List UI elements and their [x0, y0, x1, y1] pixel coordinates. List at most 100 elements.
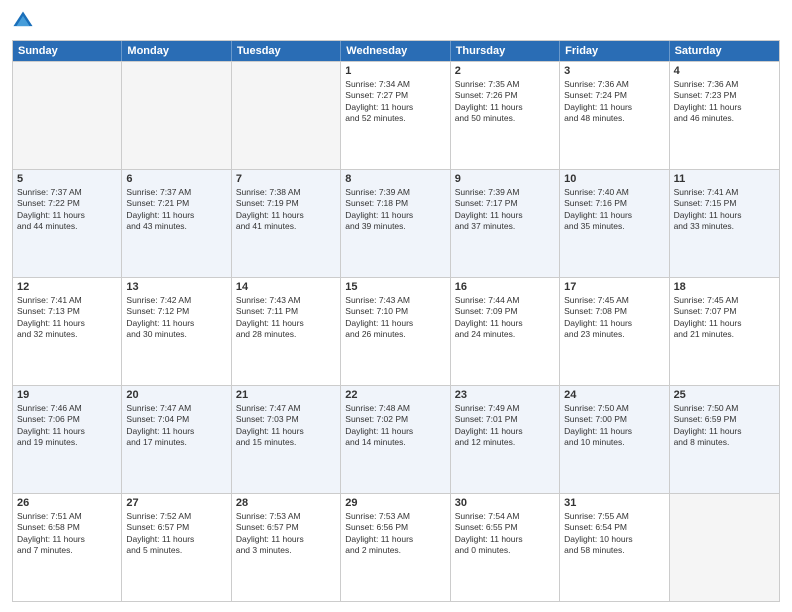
cell-sun-info: Sunrise: 7:47 AM Sunset: 7:03 PM Dayligh… — [236, 403, 336, 449]
calendar-cell: 3Sunrise: 7:36 AM Sunset: 7:24 PM Daylig… — [560, 62, 669, 169]
calendar-cell: 28 Sunrise: 7:53 AM Sunset: 6:57 PM Dayli… — [232, 494, 341, 601]
cell-sun-info: Sunrise: 7:51 AM Sunset: 6:58 PM Dayligh… — [17, 511, 117, 557]
calendar-body: 1Sunrise: 7:34 AM Sunset: 7:27 PM Daylig… — [13, 61, 779, 601]
weekday-header-saturday: Saturday — [670, 41, 779, 61]
cell-sun-info: Sunrise: 7:50 AM Sunset: 7:00 PM Dayligh… — [564, 403, 664, 449]
cell-date-number: 24 — [564, 389, 664, 401]
cell-date-number: 18 — [674, 281, 775, 293]
cell-sun-info: Sunrise: 7:37 AM Sunset: 7:22 PM Dayligh… — [17, 187, 117, 233]
calendar-cell — [13, 62, 122, 169]
cell-sun-info: Sunrise: 7:36 AM Sunset: 7:23 PM Dayligh… — [674, 79, 775, 125]
cell-date-number: 26 — [17, 497, 117, 509]
calendar-header: SundayMondayTuesdayWednesdayThursdayFrid… — [13, 41, 779, 61]
cell-date-number: 10 — [564, 173, 664, 185]
calendar-cell: 31Sunrise: 7:55 AM Sunset: 6:54 PM Dayli… — [560, 494, 669, 601]
calendar-cell: 8 Sunrise: 7:39 AM Sunset: 7:18 PM Daylig… — [341, 170, 450, 277]
calendar-row-1: 1Sunrise: 7:34 AM Sunset: 7:27 PM Daylig… — [13, 61, 779, 169]
calendar-cell: 4 Sunrise: 7:36 AM Sunset: 7:23 PM Daylig… — [670, 62, 779, 169]
cell-date-number: 14 — [236, 281, 336, 293]
calendar-cell: 11 Sunrise: 7:41 AM Sunset: 7:15 PM Dayli… — [670, 170, 779, 277]
weekday-header-sunday: Sunday — [13, 41, 122, 61]
cell-date-number: 7 — [236, 173, 336, 185]
weekday-header-wednesday: Wednesday — [341, 41, 450, 61]
cell-sun-info: Sunrise: 7:49 AM Sunset: 7:01 PM Dayligh… — [455, 403, 555, 449]
cell-sun-info: Sunrise: 7:48 AM Sunset: 7:02 PM Dayligh… — [345, 403, 445, 449]
calendar-cell — [122, 62, 231, 169]
cell-date-number: 23 — [455, 389, 555, 401]
cell-date-number: 4 — [674, 65, 775, 77]
calendar-cell: 1Sunrise: 7:34 AM Sunset: 7:27 PM Daylig… — [341, 62, 450, 169]
calendar-cell: 19 Sunrise: 7:46 AM Sunset: 7:06 PM Dayli… — [13, 386, 122, 493]
cell-date-number: 5 — [17, 173, 117, 185]
cell-sun-info: Sunrise: 7:41 AM Sunset: 7:15 PM Dayligh… — [674, 187, 775, 233]
cell-sun-info: Sunrise: 7:45 AM Sunset: 7:07 PM Dayligh… — [674, 295, 775, 341]
cell-sun-info: Sunrise: 7:54 AM Sunset: 6:55 PM Dayligh… — [455, 511, 555, 557]
calendar: SundayMondayTuesdayWednesdayThursdayFrid… — [12, 40, 780, 602]
calendar-row-4: 19 Sunrise: 7:46 AM Sunset: 7:06 PM Dayli… — [13, 385, 779, 493]
cell-date-number: 28 — [236, 497, 336, 509]
cell-sun-info: Sunrise: 7:41 AM Sunset: 7:13 PM Dayligh… — [17, 295, 117, 341]
cell-sun-info: Sunrise: 7:53 AM Sunset: 6:57 PM Dayligh… — [236, 511, 336, 557]
cell-sun-info: Sunrise: 7:47 AM Sunset: 7:04 PM Dayligh… — [126, 403, 226, 449]
cell-date-number: 17 — [564, 281, 664, 293]
cell-sun-info: Sunrise: 7:39 AM Sunset: 7:18 PM Dayligh… — [345, 187, 445, 233]
page: SundayMondayTuesdayWednesdayThursdayFrid… — [0, 0, 792, 612]
cell-sun-info: Sunrise: 7:37 AM Sunset: 7:21 PM Dayligh… — [126, 187, 226, 233]
cell-date-number: 9 — [455, 173, 555, 185]
cell-date-number: 19 — [17, 389, 117, 401]
cell-sun-info: Sunrise: 7:42 AM Sunset: 7:12 PM Dayligh… — [126, 295, 226, 341]
cell-date-number: 8 — [345, 173, 445, 185]
cell-sun-info: Sunrise: 7:40 AM Sunset: 7:16 PM Dayligh… — [564, 187, 664, 233]
cell-date-number: 30 — [455, 497, 555, 509]
cell-date-number: 31 — [564, 497, 664, 509]
calendar-row-3: 12 Sunrise: 7:41 AM Sunset: 7:13 PM Dayli… — [13, 277, 779, 385]
weekday-header-thursday: Thursday — [451, 41, 560, 61]
cell-date-number: 1 — [345, 65, 445, 77]
cell-sun-info: Sunrise: 7:45 AM Sunset: 7:08 PM Dayligh… — [564, 295, 664, 341]
calendar-cell: 16Sunrise: 7:44 AM Sunset: 7:09 PM Dayli… — [451, 278, 560, 385]
calendar-cell: 7 Sunrise: 7:38 AM Sunset: 7:19 PM Daylig… — [232, 170, 341, 277]
weekday-header-friday: Friday — [560, 41, 669, 61]
calendar-cell: 14 Sunrise: 7:43 AM Sunset: 7:11 PM Dayli… — [232, 278, 341, 385]
cell-sun-info: Sunrise: 7:39 AM Sunset: 7:17 PM Dayligh… — [455, 187, 555, 233]
cell-sun-info: Sunrise: 7:52 AM Sunset: 6:57 PM Dayligh… — [126, 511, 226, 557]
cell-date-number: 6 — [126, 173, 226, 185]
cell-date-number: 16 — [455, 281, 555, 293]
calendar-cell: 23 Sunrise: 7:49 AM Sunset: 7:01 PM Dayli… — [451, 386, 560, 493]
calendar-cell: 22 Sunrise: 7:48 AM Sunset: 7:02 PM Dayli… — [341, 386, 450, 493]
logo — [12, 10, 38, 32]
cell-sun-info: Sunrise: 7:53 AM Sunset: 6:56 PM Dayligh… — [345, 511, 445, 557]
cell-date-number: 12 — [17, 281, 117, 293]
cell-date-number: 27 — [126, 497, 226, 509]
calendar-cell: 9 Sunrise: 7:39 AM Sunset: 7:17 PM Daylig… — [451, 170, 560, 277]
cell-sun-info: Sunrise: 7:38 AM Sunset: 7:19 PM Dayligh… — [236, 187, 336, 233]
cell-date-number: 13 — [126, 281, 226, 293]
calendar-cell — [670, 494, 779, 601]
header — [12, 10, 780, 32]
calendar-cell: 17 Sunrise: 7:45 AM Sunset: 7:08 PM Dayli… — [560, 278, 669, 385]
cell-sun-info: Sunrise: 7:35 AM Sunset: 7:26 PM Dayligh… — [455, 79, 555, 125]
calendar-cell: 27 Sunrise: 7:52 AM Sunset: 6:57 PM Dayli… — [122, 494, 231, 601]
calendar-cell: 2Sunrise: 7:35 AM Sunset: 7:26 PM Daylig… — [451, 62, 560, 169]
cell-date-number: 15 — [345, 281, 445, 293]
cell-date-number: 29 — [345, 497, 445, 509]
cell-date-number: 11 — [674, 173, 775, 185]
cell-date-number: 22 — [345, 389, 445, 401]
cell-sun-info: Sunrise: 7:50 AM Sunset: 6:59 PM Dayligh… — [674, 403, 775, 449]
calendar-row-2: 5 Sunrise: 7:37 AM Sunset: 7:22 PM Daylig… — [13, 169, 779, 277]
logo-icon — [12, 10, 34, 32]
calendar-cell: 13 Sunrise: 7:42 AM Sunset: 7:12 PM Dayli… — [122, 278, 231, 385]
weekday-header-tuesday: Tuesday — [232, 41, 341, 61]
weekday-header-monday: Monday — [122, 41, 231, 61]
cell-sun-info: Sunrise: 7:43 AM Sunset: 7:11 PM Dayligh… — [236, 295, 336, 341]
cell-sun-info: Sunrise: 7:36 AM Sunset: 7:24 PM Dayligh… — [564, 79, 664, 125]
cell-sun-info: Sunrise: 7:43 AM Sunset: 7:10 PM Dayligh… — [345, 295, 445, 341]
cell-date-number: 20 — [126, 389, 226, 401]
cell-sun-info: Sunrise: 7:46 AM Sunset: 7:06 PM Dayligh… — [17, 403, 117, 449]
calendar-row-5: 26 Sunrise: 7:51 AM Sunset: 6:58 PM Dayli… — [13, 493, 779, 601]
calendar-cell: 18 Sunrise: 7:45 AM Sunset: 7:07 PM Dayli… — [670, 278, 779, 385]
cell-date-number: 21 — [236, 389, 336, 401]
calendar-cell: 6 Sunrise: 7:37 AM Sunset: 7:21 PM Daylig… — [122, 170, 231, 277]
calendar-cell: 12 Sunrise: 7:41 AM Sunset: 7:13 PM Dayli… — [13, 278, 122, 385]
calendar-cell: 20 Sunrise: 7:47 AM Sunset: 7:04 PM Dayli… — [122, 386, 231, 493]
